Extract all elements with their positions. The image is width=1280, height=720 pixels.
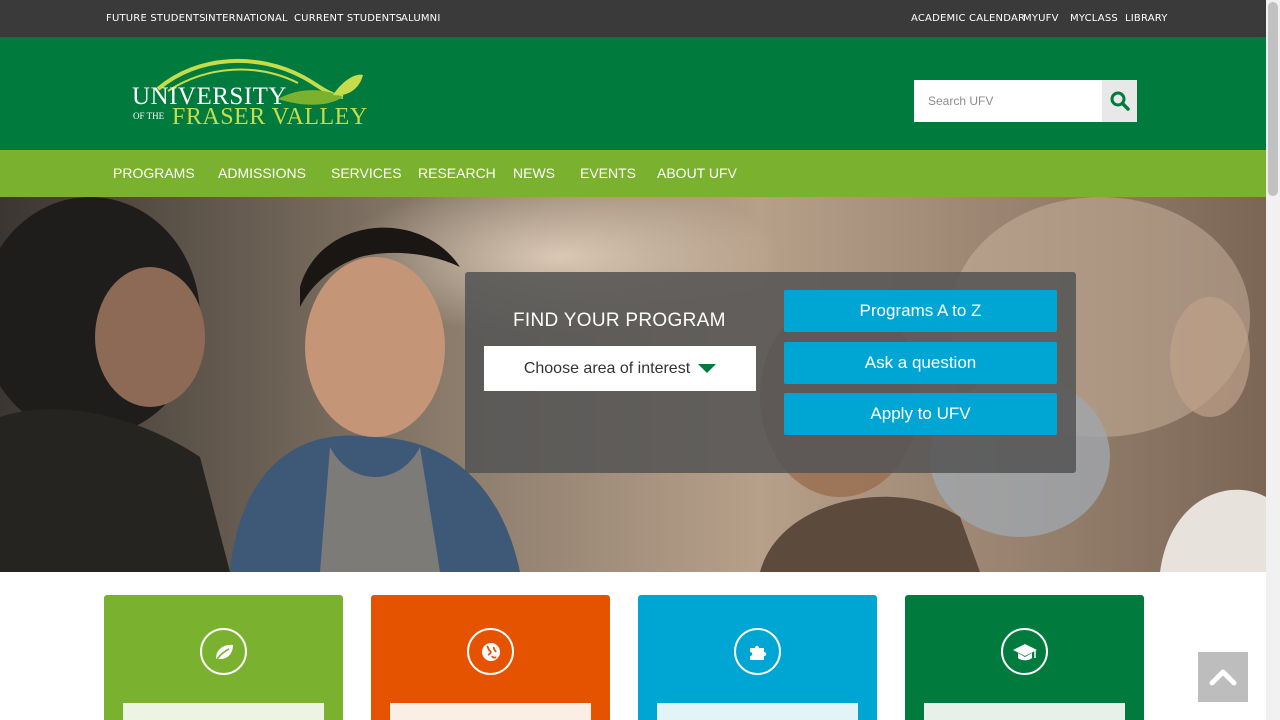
link-library[interactable]: LIBRARY	[1125, 13, 1168, 24]
back-to-top-button[interactable]	[1198, 652, 1248, 702]
card-panel	[390, 703, 591, 720]
page: FUTURE STUDENTS INTERNATIONAL CURRENT ST…	[0, 0, 1280, 720]
link-international[interactable]: INTERNATIONAL	[205, 13, 288, 24]
area-of-interest-dropdown[interactable]: Choose area of interest	[484, 346, 756, 391]
link-current-students[interactable]: CURRENT STUDENTS	[294, 13, 402, 24]
hero-banner: FIND YOUR PROGRAM Choose area of interes…	[0, 197, 1266, 572]
card-panel	[123, 703, 324, 720]
search-button[interactable]	[1102, 80, 1137, 122]
chevron-up-icon	[1209, 669, 1237, 686]
link-alumni[interactable]: ALUMNI	[401, 13, 441, 24]
card-panel	[657, 703, 858, 720]
programs-a-to-z-button[interactable]: Programs A to Z	[784, 290, 1057, 332]
globe-icon	[481, 642, 500, 661]
link-future-students[interactable]: FUTURE STUDENTS	[106, 13, 206, 24]
site-header: UNIVERSITY OF THE FRASER VALLEY	[0, 37, 1266, 150]
ufv-logo[interactable]: UNIVERSITY OF THE FRASER VALLEY	[128, 55, 368, 135]
utility-bar: FUTURE STUDENTS INTERNATIONAL CURRENT ST…	[0, 0, 1266, 37]
feature-card[interactable]	[371, 595, 610, 720]
nav-events[interactable]: EVENTS	[580, 165, 636, 181]
logo-of-the: OF THE	[133, 111, 165, 121]
nav-news[interactable]: NEWS	[513, 165, 555, 181]
main-navigation: PROGRAMS ADMISSIONS SERVICES RESEARCH NE…	[0, 150, 1266, 197]
leaf-icon	[215, 644, 233, 660]
scrollbar-thumb[interactable]	[1268, 2, 1278, 196]
nav-research[interactable]: RESEARCH	[418, 165, 496, 181]
search-box	[914, 80, 1137, 122]
card-icon-circle	[1001, 628, 1048, 675]
search-input[interactable]	[914, 80, 1102, 122]
card-panel	[924, 703, 1125, 720]
puzzle-icon	[749, 645, 766, 660]
finder-title: FIND YOUR PROGRAM	[513, 310, 726, 331]
card-icon-circle	[734, 628, 781, 675]
apply-to-ufv-button[interactable]: Apply to UFV	[784, 393, 1057, 435]
dropdown-selected-value: Choose area of interest	[523, 359, 691, 377]
nav-programs[interactable]: PROGRAMS	[113, 165, 195, 181]
page-scrollbar[interactable]	[1266, 0, 1280, 720]
search-icon	[1110, 91, 1130, 111]
nav-admissions[interactable]: ADMISSIONS	[218, 165, 306, 181]
card-icon-circle	[467, 628, 514, 675]
feature-card[interactable]	[638, 595, 877, 720]
chevron-down-icon	[698, 364, 717, 373]
nav-about-ufv[interactable]: ABOUT UFV	[657, 165, 737, 181]
link-academic-calendar[interactable]: ACADEMIC CALENDAR	[911, 13, 1025, 24]
program-finder: FIND YOUR PROGRAM Choose area of interes…	[465, 272, 1076, 473]
feature-card[interactable]	[905, 595, 1144, 720]
graduation-cap-icon	[1012, 643, 1037, 660]
nav-services[interactable]: SERVICES	[331, 165, 402, 181]
ask-a-question-button[interactable]: Ask a question	[784, 342, 1057, 384]
card-icon-circle	[200, 628, 247, 675]
link-myclass[interactable]: MYCLASS	[1070, 13, 1118, 24]
logo-fraser-valley: FRASER VALLEY	[172, 104, 368, 130]
link-myufv[interactable]: MYUFV	[1023, 13, 1059, 24]
feature-card[interactable]	[104, 595, 343, 720]
